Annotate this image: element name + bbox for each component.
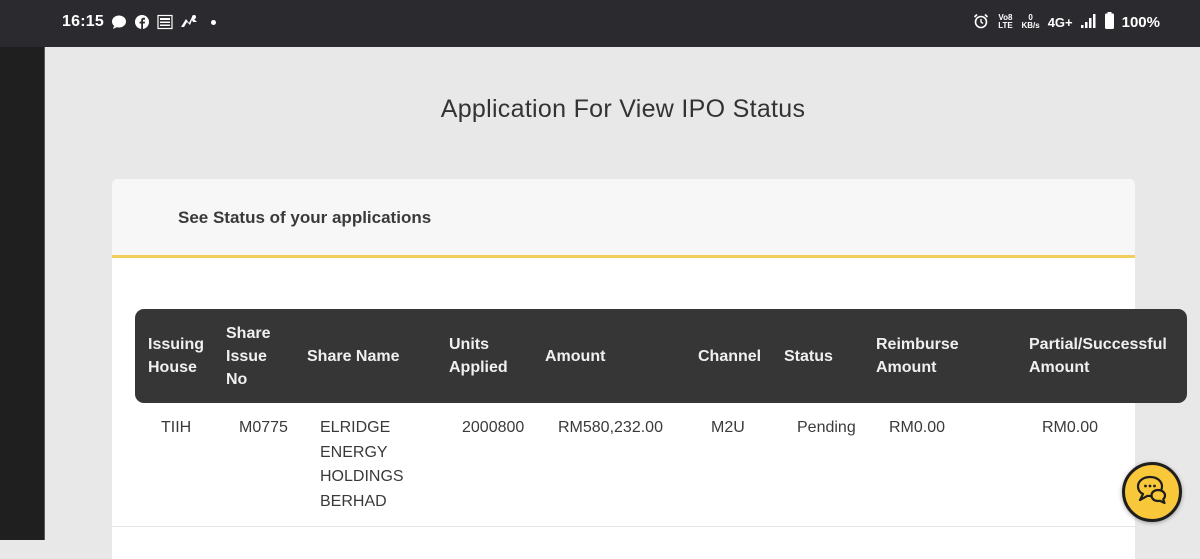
column-header-partial-successful-amount: Partial/Successful Amount — [1029, 336, 1167, 376]
cell-share-name: ELRIDGE ENERGY HOLDINGS BERHAD — [320, 419, 404, 510]
cell-status: Pending — [797, 419, 856, 436]
chat-bubble-icon — [111, 14, 127, 30]
signal-icon — [1080, 13, 1097, 31]
clock: 16:15 — [62, 13, 104, 30]
network-speed-unit: KB/s — [1021, 21, 1040, 30]
column-header-status: Status — [784, 347, 833, 365]
column-header-issuing-house: Issuing House — [148, 336, 205, 376]
battery-level: 100% — [1121, 13, 1160, 31]
swimmer-app-icon — [180, 14, 197, 30]
notification-dot-icon — [210, 19, 216, 25]
volte-icon: Vo8 LTE — [998, 13, 1013, 30]
cell-share-issue-no: M0775 — [239, 419, 288, 436]
status-bar: 16:15 Vo8 LTE 0 KB/s 4G+ 100% — [0, 0, 1200, 47]
network-speed: 0 KB/s — [1021, 14, 1039, 30]
column-header-units-applied: Units Applied — [449, 336, 508, 376]
cell-issuing-house: TIIH — [161, 419, 192, 436]
cell-amount: RM580,232.00 — [558, 419, 663, 436]
status-card: See Status of your applications Issuing … — [112, 179, 1187, 559]
table-header: Issuing House Share Issue No Share Name … — [135, 309, 1187, 403]
chat-bubbles-icon — [1135, 474, 1169, 511]
cell-channel: M2U — [711, 419, 745, 436]
card-header: See Status of your applications — [112, 179, 1135, 258]
column-header-amount: Amount — [545, 347, 606, 365]
card-title: See Status of your applications — [178, 208, 432, 227]
column-header-share-issue-no: Share Issue No — [226, 324, 271, 388]
network-type: 4G+ — [1047, 14, 1073, 30]
table-row: TIIH M0775 ELRIDGE ENERGY HOLDINGS BERHA… — [112, 403, 1135, 527]
page-title: Application For View IPO Status — [440, 95, 806, 123]
alarm-icon — [973, 13, 989, 32]
page-content: Application For View IPO Status See Stat… — [44, 47, 1200, 559]
column-header-share-name: Share Name — [307, 347, 400, 365]
battery-icon — [1104, 12, 1114, 32]
column-header-channel: Channel — [698, 347, 762, 365]
column-header-reimburse-amount: Reimburse Amount — [876, 336, 959, 376]
facebook-icon — [134, 14, 150, 30]
cell-units-applied: 2000800 — [462, 419, 525, 436]
cell-reimburse-amount: RM0.00 — [889, 419, 946, 436]
side-gutter — [0, 47, 44, 540]
cell-partial-successful-amount: RM0.00 — [1042, 419, 1099, 436]
chat-button[interactable] — [1122, 462, 1182, 522]
news-app-icon — [157, 14, 173, 30]
